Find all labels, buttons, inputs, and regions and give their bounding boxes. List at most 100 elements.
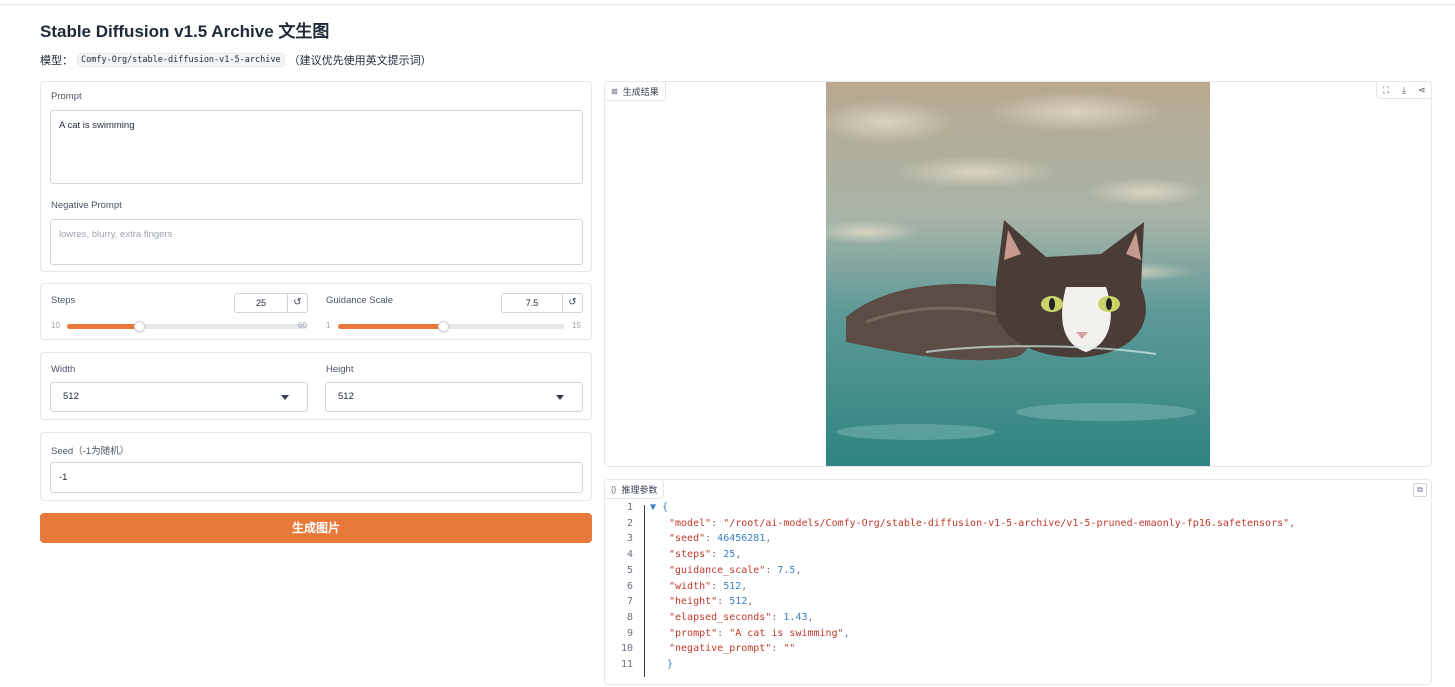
steps-value[interactable]: 25 (235, 294, 287, 312)
generated-image (826, 82, 1210, 466)
line-number: 3 (626, 533, 633, 545)
steps-slider-fill (67, 324, 139, 329)
steps-max: 60 (298, 321, 307, 330)
params-tag: {} 推理参数 (605, 480, 665, 499)
params-tag-label: 推理参数 (621, 484, 658, 495)
guidance-slider-fill (338, 324, 443, 329)
json-value: "" (783, 643, 796, 655)
guidance-label: Guidance Scale (326, 295, 394, 306)
height-label: Height (326, 364, 354, 375)
chevron-down-icon (556, 395, 564, 400)
line-number: 5 (626, 564, 633, 576)
guidance-number-input[interactable]: 7.5 ↺ (501, 293, 583, 313)
generate-button[interactable]: 生成图片 (40, 513, 592, 543)
guidance-value[interactable]: 7.5 (502, 294, 562, 312)
guidance-min: 1 (326, 321, 331, 330)
height-value: 512 (338, 391, 354, 402)
json-colon: : (771, 611, 784, 623)
code-line: "elapsed_seconds": 1.43, (669, 612, 814, 623)
line-number: 9 (626, 627, 633, 639)
json-value: 46456281 (717, 533, 766, 545)
json-value: 512 (729, 596, 748, 608)
steps-reset-icon[interactable]: ↺ (287, 294, 307, 312)
prompt-label: Prompt (51, 91, 82, 102)
json-comma: , (1289, 517, 1296, 529)
json-key: "width" (669, 580, 712, 592)
code-line: "model": "/root/ai-models/Comfy-Org/stab… (669, 518, 1295, 529)
fullscreen-icon[interactable]: ⛶ (1377, 82, 1395, 98)
json-comma: , (741, 580, 748, 592)
json-icon: {} (611, 484, 617, 494)
json-key: "negative_prompt" (669, 643, 772, 655)
params-panel: {} 推理参数 ⧉ 1 2 3 4 5 6 7 8 9 10 11 ▼ {"model": "/roo… (604, 479, 1432, 685)
json-colon: : (711, 549, 724, 561)
line-number: 11 (620, 659, 633, 670)
json-colon: : (711, 517, 724, 529)
code-line: "seed": 46456281, (669, 533, 771, 544)
json-value: 1.43 (783, 611, 808, 623)
seed-input[interactable]: -1 (50, 462, 583, 493)
steps-min: 10 (51, 321, 60, 330)
json-comma: , (765, 533, 772, 545)
model-prefix: 模型： (40, 55, 73, 67)
line-number: 4 (626, 549, 633, 561)
json-key: "model" (669, 517, 712, 529)
page-title: Stable Diffusion v1.5 Archive 文生图 (40, 22, 330, 41)
code-line: "width": 512, (669, 581, 747, 592)
cat-image (826, 82, 1210, 466)
guidance-slider-thumb[interactable] (437, 321, 449, 332)
json-value: 7.5 (777, 564, 796, 576)
steps-number-input[interactable]: 25 ↺ (234, 293, 308, 313)
steps-slider-thumb[interactable] (134, 321, 145, 332)
json-comma: , (807, 611, 814, 623)
json-comma: , (843, 627, 850, 639)
line-number: 7 (626, 596, 633, 608)
size-panel: Width 512 Height 512 (40, 352, 592, 420)
result-tag: ⊠ 生成结果 (605, 82, 666, 101)
prompt-panel: Prompt A cat is swimming Negative Prompt… (40, 81, 592, 272)
json-key: "height" (669, 596, 718, 608)
json-colon: : (717, 596, 730, 608)
line-number: 10 (620, 643, 633, 655)
width-select[interactable]: 512 (50, 382, 308, 412)
copy-icon[interactable]: ⧉ (1413, 483, 1427, 497)
seed-label: Seed（-1为随机） (51, 446, 130, 457)
json-key: "seed" (669, 533, 706, 545)
steps-label: Steps (51, 295, 76, 306)
json-colon: : (705, 533, 718, 545)
chevron-down-icon (281, 395, 289, 400)
model-code: Comfy-Org/stable-diffusion-v1-5-archive (77, 53, 285, 67)
guidance-max: 15 (572, 321, 581, 330)
json-colon: : (711, 580, 724, 592)
result-tag-label: 生成结果 (622, 86, 659, 97)
code-line: } (667, 659, 673, 670)
line-number: 1 (626, 502, 633, 513)
code-line: "prompt": "A cat is swimming", (669, 628, 850, 639)
model-suffix: （建议优先使用英文提示词） (288, 55, 432, 67)
line-number: 6 (626, 580, 633, 592)
top-divider (0, 4, 1455, 5)
gutter-divider (644, 505, 645, 677)
json-value: 25 (723, 549, 736, 561)
guidance-slider[interactable] (338, 321, 564, 332)
json-key: "steps" (669, 549, 712, 561)
prompt-input[interactable]: A cat is swimming (50, 110, 583, 184)
negative-prompt-input[interactable]: lowres, blurry, extra fingers (50, 219, 583, 265)
json-open-brace: ▼ { (650, 502, 669, 513)
height-select[interactable]: 512 (325, 382, 583, 412)
guidance-reset-icon[interactable]: ↺ (562, 294, 582, 312)
json-value: 512 (723, 580, 742, 592)
json-colon: : (717, 627, 730, 639)
code-line: "negative_prompt": "" (669, 643, 795, 654)
json-comma: , (795, 564, 802, 576)
negative-prompt-label: Negative Prompt (51, 200, 122, 211)
json-colon: : (771, 643, 784, 655)
code-line: "steps": 25, (669, 549, 741, 560)
line-number: 2 (626, 517, 633, 529)
share-icon[interactable]: ⋖ (1413, 82, 1431, 98)
download-icon[interactable]: ⤓ (1395, 82, 1413, 98)
result-toolbar: ⛶ ⤓ ⋖ (1376, 82, 1431, 99)
sliders-panel: Steps 25 ↺ 10 60 Guidance Scale 7.5 ↺ 1 … (40, 283, 592, 340)
width-value: 512 (63, 391, 79, 402)
steps-slider[interactable] (67, 321, 307, 332)
